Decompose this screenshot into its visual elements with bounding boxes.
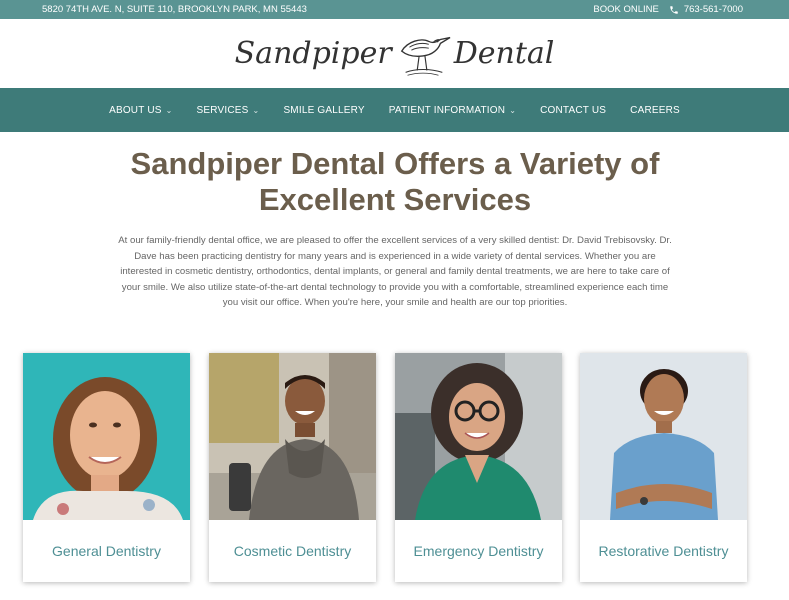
nav-item-contact-us[interactable]: CONTACT US <box>528 105 618 116</box>
chevron-down-icon: ⌄ <box>509 105 517 115</box>
service-card-label: General Dentistry <box>52 543 161 559</box>
phone-icon <box>670 5 678 14</box>
chevron-down-icon: ⌄ <box>165 105 173 115</box>
phone-link[interactable]: 763-561-7000 <box>669 4 743 15</box>
service-card-cosmetic[interactable]: Cosmetic Dentistry <box>209 353 376 582</box>
header: Sandpiper Dental <box>0 19 789 88</box>
top-bar-actions: BOOK ONLINE 763-561-7000 <box>593 4 743 15</box>
service-photo <box>209 353 376 520</box>
sandpiper-bird-icon <box>400 36 451 76</box>
chevron-down-icon: ⌄ <box>252 105 260 115</box>
nav-item-about-us[interactable]: ABOUT US ⌄ <box>97 105 184 116</box>
service-card-label: Emergency Dentistry <box>413 543 544 559</box>
nav-item-careers[interactable]: CAREERS <box>618 105 692 116</box>
top-bar: 5820 74TH AVE. N, SUITE 110, BROOKLYN PA… <box>0 0 789 19</box>
service-photo <box>395 353 562 520</box>
nav-label: ABOUT US <box>109 104 162 116</box>
nav-label: PATIENT INFORMATION <box>388 104 506 116</box>
nav-item-patient-information[interactable]: PATIENT INFORMATION ⌄ <box>377 105 528 116</box>
nav-label: SMILE GALLERY <box>283 104 365 116</box>
nav-label: SERVICES <box>196 104 249 116</box>
page-title: Sandpiper Dental Offers a Variety of Exc… <box>130 146 660 217</box>
nav-item-services[interactable]: SERVICES ⌄ <box>185 105 272 116</box>
logo-text-right: Dental <box>453 36 555 71</box>
book-online-link[interactable]: BOOK ONLINE <box>593 4 658 15</box>
service-card-general[interactable]: General Dentistry <box>23 353 190 582</box>
service-photo <box>580 353 747 520</box>
phone-number: 763-561-7000 <box>683 4 743 15</box>
service-card-emergency[interactable]: Emergency Dentistry <box>395 353 562 582</box>
main-nav: ABOUT US ⌄ SERVICES ⌄ SMILE GALLERY PATI… <box>0 88 789 132</box>
intro-paragraph: At our family-friendly dental office, we… <box>118 235 672 309</box>
nav-item-smile-gallery[interactable]: SMILE GALLERY <box>271 105 376 116</box>
office-address: 5820 74TH AVE. N, SUITE 110, BROOKLYN PA… <box>42 4 307 15</box>
service-photo <box>23 353 190 520</box>
service-card-label: Cosmetic Dentistry <box>233 543 352 559</box>
logo-text-left: Sandpiper <box>234 36 392 71</box>
service-card-label: Restorative Dentistry <box>598 543 729 559</box>
nav-label: CONTACT US <box>540 104 607 116</box>
service-card-restorative[interactable]: Restorative Dentistry <box>580 353 747 582</box>
nav-label: CAREERS <box>630 104 680 116</box>
logo[interactable]: Sandpiper Dental <box>234 29 555 79</box>
